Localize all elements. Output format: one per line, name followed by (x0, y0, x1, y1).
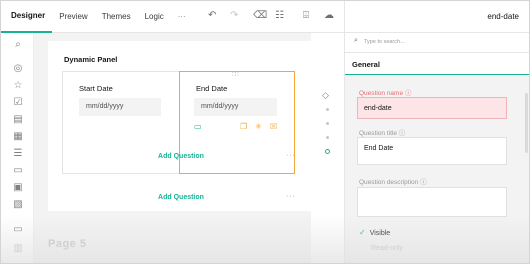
question-actions: ▭ ❐ ✳ ☒ (194, 122, 282, 132)
duplicate-icon[interactable]: ❐ (240, 122, 247, 132)
adorner-rail: ◇ (311, 33, 344, 263)
help-icon[interactable]: ⓘ (405, 90, 412, 97)
question-title: End Date (196, 84, 228, 93)
tab-preview[interactable]: Preview (52, 1, 94, 33)
search-input[interactable]: Type to search... (364, 39, 405, 45)
selected-element-name: end-date (487, 12, 519, 21)
property-grid: ⌕ Type to search... General Question nam… (344, 33, 529, 263)
toolbox: ⌕ ◎ ☆ ☑ ▤ ▦ ☰ ▭ ▣ ▧ ▭ ▥ (1, 33, 34, 263)
question-title: Start Date (79, 84, 113, 93)
tab-logic[interactable]: Logic (138, 1, 171, 33)
settings-icon[interactable]: ☷ (275, 10, 284, 22)
dropdown-icon[interactable]: ▤ (12, 114, 24, 126)
tagbox-icon[interactable]: ▦ (12, 131, 24, 143)
input-type-icon[interactable]: ▭ (194, 122, 202, 132)
scrollbar[interactable] (525, 93, 528, 153)
current-page-dot[interactable] (325, 149, 330, 154)
visible-checkbox[interactable]: ✓ Visible (359, 228, 390, 237)
readonly-checkbox[interactable]: Read-only (359, 245, 403, 252)
date-input[interactable]: mm/dd/yyyy (194, 98, 277, 116)
navigation-icon[interactable]: ◇ (322, 90, 329, 101)
eraser-icon[interactable]: ⌫ (253, 10, 267, 22)
section-title: General (352, 60, 380, 69)
creator-window: Designer Preview Themes Logic ··· ↶ ↷ ⌫ … (0, 0, 530, 264)
design-surface: Dynamic Panel Start Date mm/dd/yyyy ∷∷ E… (34, 33, 344, 263)
page-dot[interactable] (326, 136, 329, 139)
question-description-label: Question description ⓘ (359, 179, 427, 186)
delete-icon[interactable]: ☒ (270, 122, 277, 132)
more-options-button[interactable]: ··· (286, 152, 296, 159)
question-title-label: Question title ⓘ (359, 130, 406, 137)
add-question-button[interactable]: Add Question (48, 194, 314, 201)
undo-icon[interactable]: ↶ (208, 10, 216, 22)
property-search[interactable]: ⌕ Type to search... (345, 33, 529, 53)
imagepicker-icon[interactable]: ▣ (12, 182, 24, 194)
redo-icon[interactable]: ↷ (230, 10, 238, 22)
page-dot[interactable] (326, 108, 329, 111)
question-name-label: Question name ⓘ (359, 90, 412, 97)
add-question-bar: Add Question ··· (48, 185, 314, 211)
upload-icon[interactable]: ☁ (324, 10, 334, 22)
top-toolbar: Designer Preview Themes Logic ··· (1, 1, 344, 33)
question-name-field[interactable]: end-date (357, 97, 507, 119)
panel-title: Dynamic Panel (64, 55, 118, 64)
book-icon[interactable]: ⌹ (303, 10, 309, 22)
radiogroup-icon[interactable]: ◎ (12, 63, 24, 75)
text-icon[interactable]: ▭ (12, 224, 24, 236)
more-options-button[interactable]: ··· (286, 193, 296, 200)
comment-icon[interactable]: ▥ (12, 243, 24, 255)
rating-icon[interactable]: ☆ (12, 80, 24, 92)
tab-designer[interactable]: Designer (1, 1, 53, 33)
drag-handle-icon[interactable]: ∷∷ (232, 71, 239, 78)
add-question-button[interactable]: Add Question (48, 153, 314, 160)
check-icon: ✓ (359, 228, 366, 237)
help-icon[interactable]: ⓘ (420, 179, 427, 186)
search-icon: ⌕ (354, 37, 358, 44)
more-tabs-button[interactable]: ··· (171, 1, 193, 33)
required-icon[interactable]: ✳ (255, 122, 262, 132)
tab-themes[interactable]: Themes (95, 1, 138, 33)
date-input[interactable]: mm/dd/yyyy (79, 98, 161, 116)
question-description-field[interactable] (357, 187, 507, 217)
question-title-field[interactable]: End Date (357, 137, 507, 165)
help-icon[interactable]: ⓘ (399, 130, 406, 137)
search-icon[interactable]: ⌕ (12, 39, 24, 51)
dynamic-panel[interactable]: Dynamic Panel Start Date mm/dd/yyyy ∷∷ E… (48, 41, 314, 185)
page-dot[interactable] (326, 122, 329, 125)
section-general[interactable]: General (345, 53, 529, 75)
checkbox-icon[interactable]: ☑ (12, 97, 24, 109)
property-grid-header: end-date (344, 1, 529, 33)
ranking-icon[interactable]: ▧ (12, 199, 24, 211)
page-title: Page 5 (48, 238, 87, 250)
boolean-icon[interactable]: ☰ (12, 148, 24, 160)
file-icon[interactable]: ▭ (12, 165, 24, 177)
